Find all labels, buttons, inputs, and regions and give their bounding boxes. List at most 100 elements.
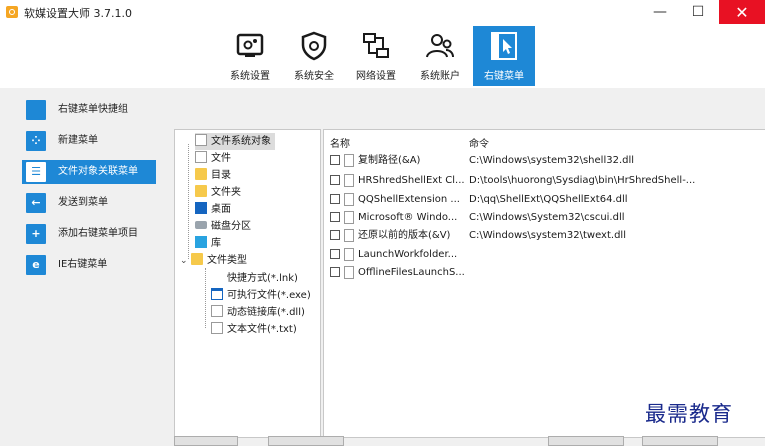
row-name: 复制路径(&A) [358,155,421,166]
cursor-icon [491,32,517,60]
tree-node[interactable]: 快捷方式(*.lnk) [211,270,298,287]
object-tree[interactable]: 文件系统对象 文件 目录 文件夹 桌面 磁盘分区 库 ⌄ 文件类型 快捷方式(*.… [174,129,321,438]
add-item-icon: + [26,224,46,244]
tree-node[interactable]: 文件夹 [195,184,241,201]
bottom-button-3[interactable] [548,436,624,446]
sidebar-item-label: 文件对象关联菜单 [58,166,138,177]
sidebar-item-label: IE右键菜单 [58,259,108,270]
tree-node-label: 快捷方式(*.lnk) [227,273,298,284]
bottom-button-1[interactable] [174,436,238,446]
tree-node-root[interactable]: 文件系统对象 [195,133,275,150]
tree-node[interactable]: 文件 [195,150,231,167]
row-checkbox[interactable] [330,155,340,165]
shortcut-icon [211,271,223,283]
sidebar-item-label: 添加右键菜单项目 [58,228,138,239]
sidebar-item-file-assoc[interactable]: ☰ 文件对象关联菜单 [22,160,156,184]
tab-network-settings[interactable]: 网络设置 [345,26,407,86]
row-checkbox[interactable] [330,249,340,259]
tree-node-label: 桌面 [211,204,231,215]
tab-context-menu[interactable]: 右键菜单 [473,26,535,86]
app-logo-icon [6,6,18,18]
row-checkbox[interactable] [330,267,340,277]
sidebar-item-label: 新建菜单 [58,135,98,146]
close-button[interactable]: ✕ [719,0,765,24]
tab-label: 网络设置 [356,71,396,82]
chevron-down-icon: ⌄ [180,256,188,266]
dll-icon [344,211,354,224]
dll-icon [344,193,354,206]
row-command: D:\qq\ShellExt\QQShellExt64.dll [469,194,628,205]
tree-node-file-types[interactable]: ⌄ 文件类型 [180,252,247,269]
row-name: QQShellExtension ... [358,194,460,205]
column-header-command[interactable]: 命令 [469,135,489,150]
exe-icon [211,288,223,300]
file-assoc-icon: ☰ [26,162,46,182]
minimize-button[interactable]: — [641,0,679,24]
file-icon [195,134,207,146]
tab-system-security[interactable]: 系统安全 [283,26,345,86]
library-icon [195,236,207,248]
row-name: HRShredShellExt Cl... [358,175,464,186]
menu-group-icon [26,100,46,120]
dll-icon [344,174,354,187]
sidebar-item-label: 右键菜单快捷组 [58,104,128,115]
sidebar-item-add-item[interactable]: + 添加右键菜单项目 [22,222,156,246]
main-toolbar: 系统设置 系统安全 网络设置 系统账户 右键菜单 [0,24,765,88]
send-to-icon: ← [26,193,46,213]
column-header-name[interactable]: 名称 [330,135,350,150]
network-icon [363,33,389,58]
bottom-button-2[interactable] [268,436,344,446]
tab-system-settings[interactable]: 系统设置 [219,26,281,86]
tree-node[interactable]: 目录 [195,167,231,184]
tree-node-label: 目录 [211,170,231,181]
tree-node-label: 文件夹 [211,187,241,198]
tree-node[interactable]: 动态链接库(*.dll) [211,304,305,321]
window-title: 软媒设置大师 3.7.1.0 [24,7,132,20]
sidebar-item-label: 发送到菜单 [58,197,108,208]
tree-node-label: 文件系统对象 [211,136,271,147]
sidebar-item-send-to[interactable]: ← 发送到菜单 [22,191,156,215]
row-checkbox[interactable] [330,194,340,204]
tree-guide-line [205,268,206,328]
tab-label: 系统安全 [294,71,334,82]
bottom-button-4[interactable] [642,436,718,446]
menu-item-list[interactable]: 名称 命令 复制路径(&A) C:\Windows\system32\shell… [323,129,765,438]
tab-label: 系统账户 [420,71,460,82]
tree-guide-line [188,144,189,259]
maximize-button[interactable]: ☐ [679,0,717,24]
tree-node[interactable]: 磁盘分区 [195,218,251,235]
row-command: C:\Windows\System32\cscui.dll [469,212,625,223]
watermark-text: 最需教育 [645,402,733,426]
tree-node[interactable]: 桌面 [195,201,231,218]
dll-icon [344,154,354,167]
sidebar-item-ie-menu[interactable]: e IE右键菜单 [22,253,156,277]
tab-system-accounts[interactable]: 系统账户 [409,26,471,86]
row-command: C:\Windows\system32\shell32.dll [469,155,635,166]
gear-monitor-icon [236,33,264,57]
tree-node-label: 文件类型 [207,255,247,266]
row-checkbox[interactable] [330,212,340,222]
file-icon [195,151,207,163]
users-icon [426,34,454,58]
sidebar-item-menu-group[interactable]: 右键菜单快捷组 [22,98,156,122]
row-name: Microsoft® Windo... [358,212,458,223]
sidebar: 右键菜单快捷组 ⁘ 新建菜单 ☰ 文件对象关联菜单 ← 发送到菜单 + 添加右键… [22,98,156,284]
dll-icon [344,229,354,242]
tree-node-label: 动态链接库(*.dll) [227,307,305,318]
tree-node[interactable]: 文本文件(*.txt) [211,321,297,338]
dll-icon [211,305,223,317]
tree-node-label: 可执行文件(*.exe) [227,290,311,301]
text-file-icon [211,322,223,334]
row-checkbox[interactable] [330,230,340,240]
shield-icon [301,31,327,61]
tree-node-label: 文本文件(*.txt) [227,324,297,335]
folder-icon [191,253,203,265]
file-icon [344,266,354,279]
sidebar-item-new-menu[interactable]: ⁘ 新建菜单 [22,129,156,153]
row-name: LaunchWorkfolder... [358,249,458,260]
ie-icon: e [26,255,46,275]
tree-node[interactable]: 可执行文件(*.exe) [211,287,311,304]
tree-node[interactable]: 库 [195,235,221,252]
tree-node-label: 磁盘分区 [211,221,251,232]
row-checkbox[interactable] [330,175,340,185]
